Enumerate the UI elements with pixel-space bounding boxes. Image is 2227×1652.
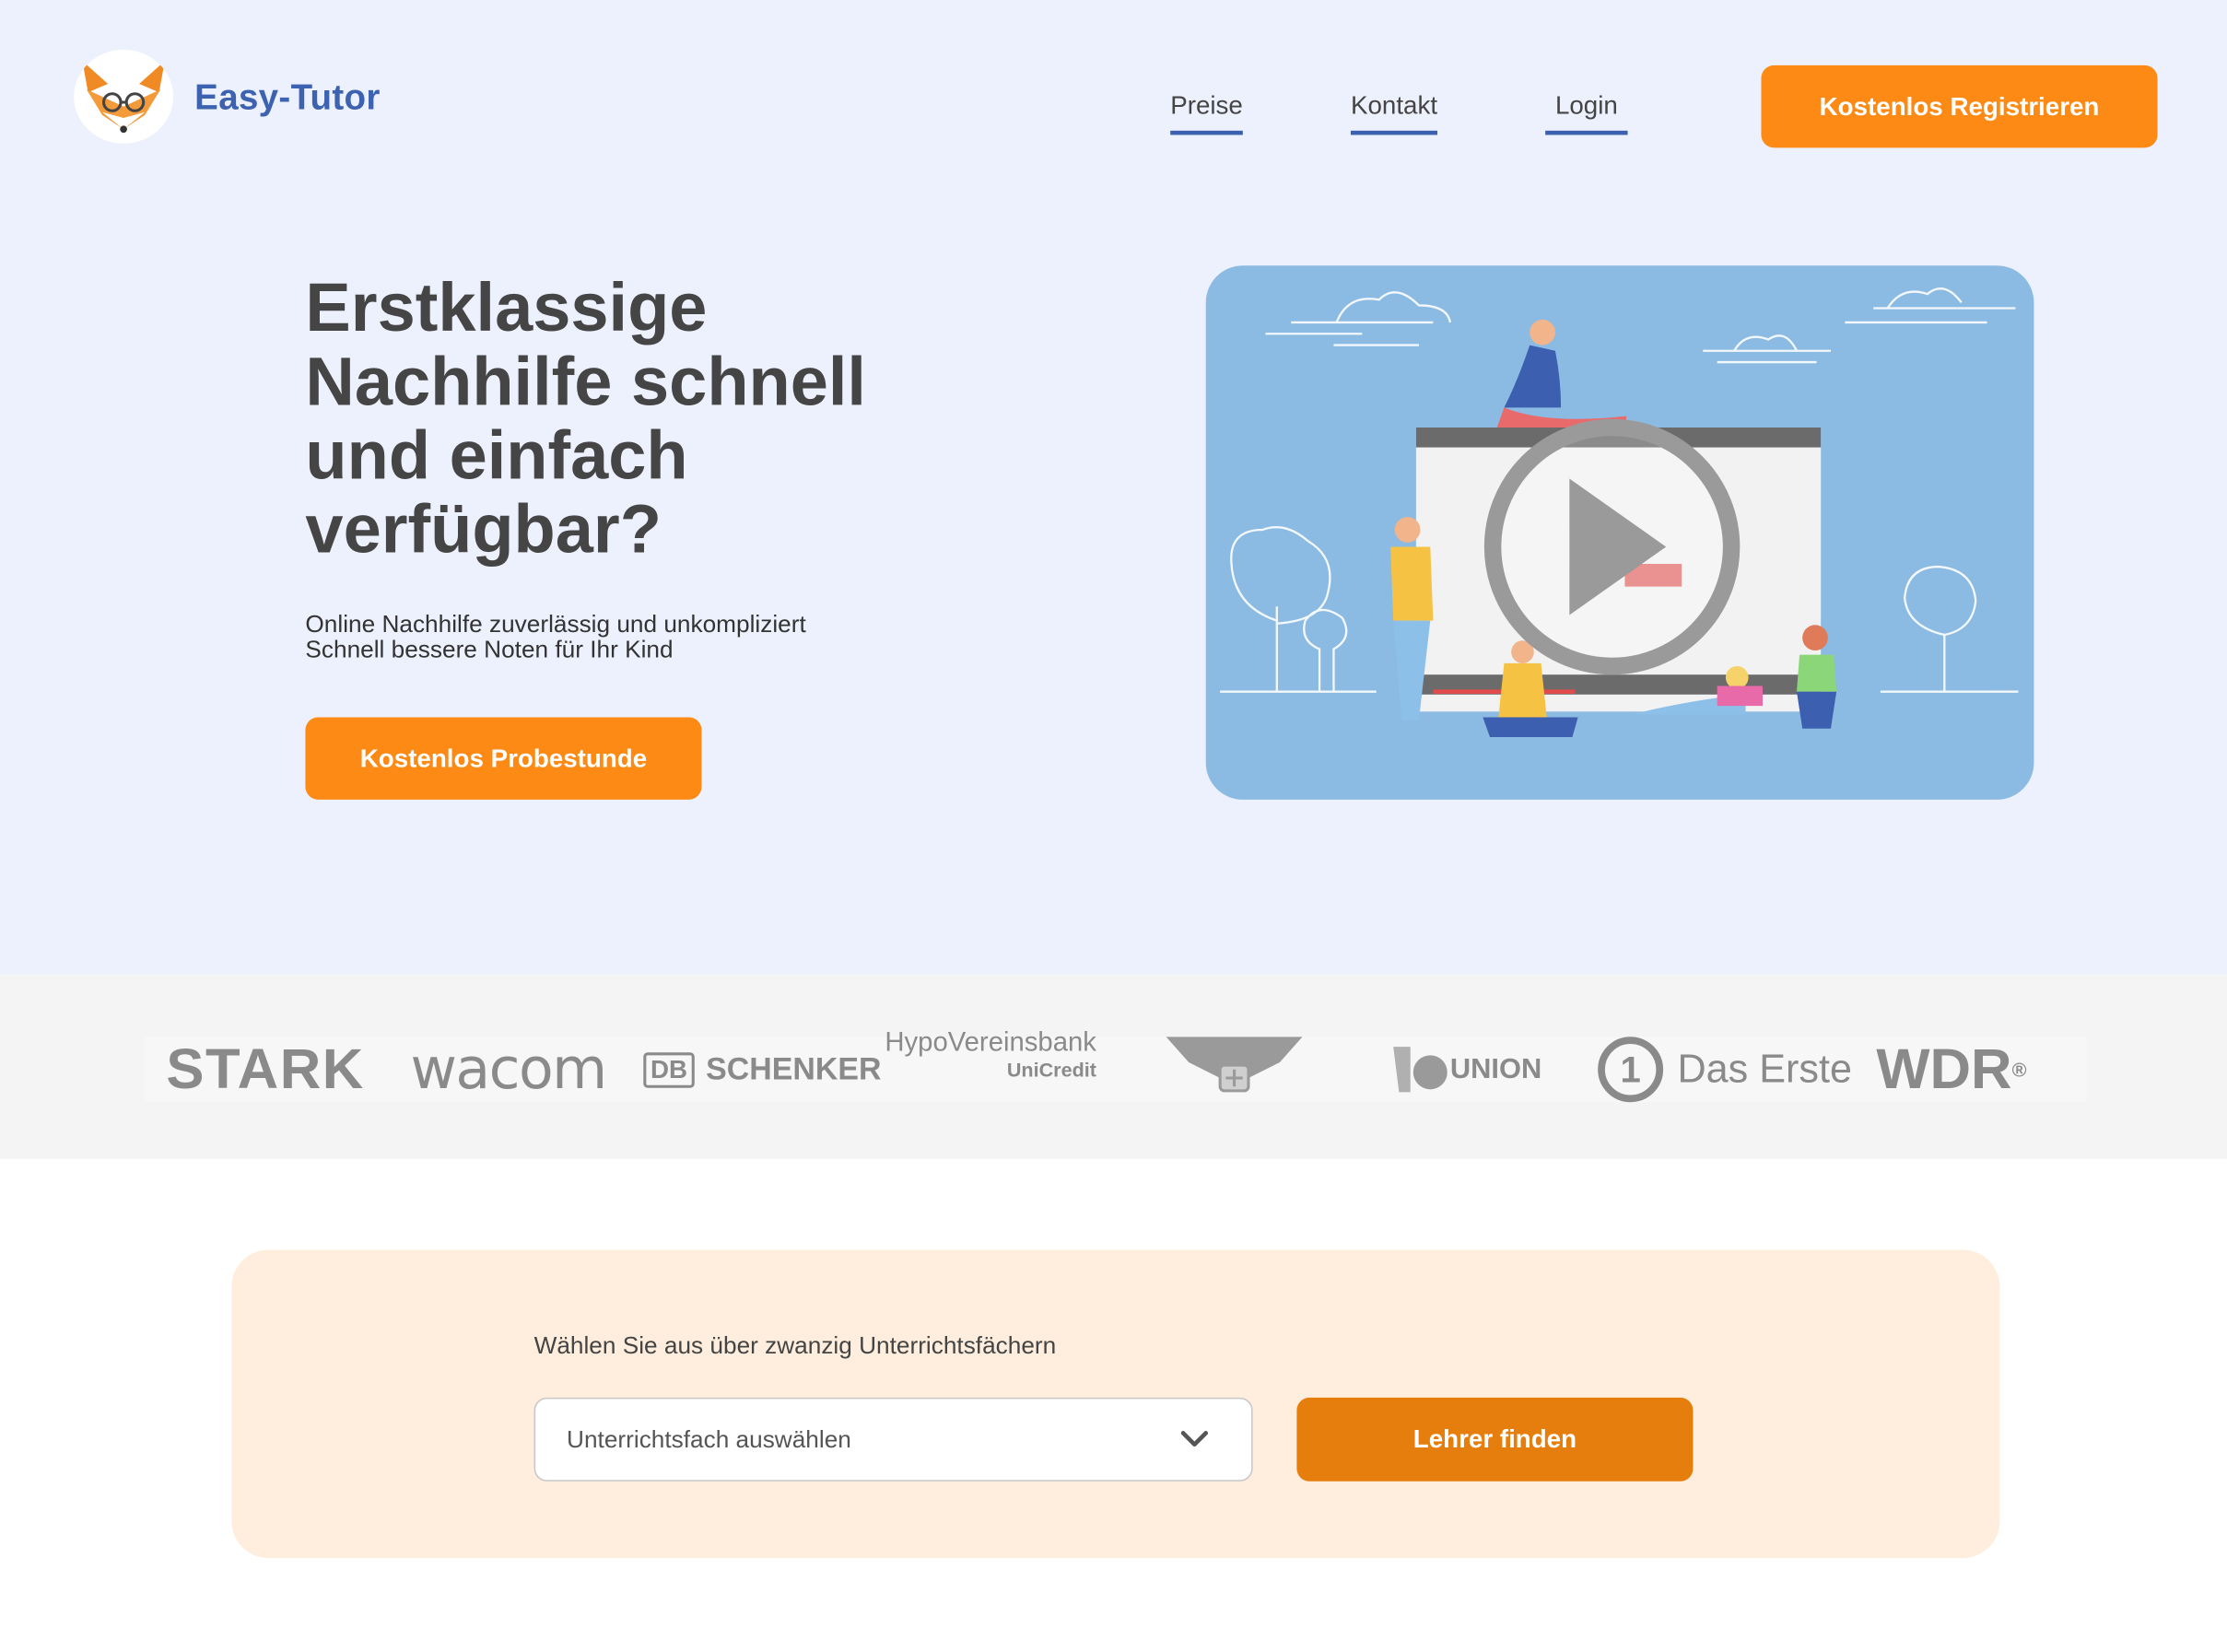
union-text: UNION [1449, 1053, 1542, 1084]
logo-crest [1166, 1037, 1303, 1102]
wdr-mark: ® [2011, 1058, 2027, 1082]
logo-hypovereinsbank: HypoVereinsbank UniCredit [885, 1028, 1096, 1096]
subject-select[interactable]: Unterrichtsfach auswählen [533, 1397, 1253, 1482]
subject-select-value: Unterrichtsfach auswählen [567, 1424, 851, 1453]
subtitle-line: Schnell bessere Noten für Ihr Kind [305, 636, 674, 663]
erste-text: Das Erste [1677, 1047, 1853, 1091]
hero-headline: Erstklassige Nachhilfe schnell und einfa… [305, 271, 973, 568]
logo-union: UNION [1390, 1037, 1569, 1102]
hero-section: Easy-Tutor Preise Kontakt Login Kostenlo… [0, 0, 2227, 975]
subject-search-label: Wählen Sie aus über zwanzig Unterrichtsf… [533, 1331, 1057, 1360]
nav-link-kontakt[interactable]: Kontakt [1350, 91, 1438, 135]
find-teacher-button[interactable]: Lehrer finden [1296, 1397, 1694, 1482]
page: Easy-Tutor Preise Kontakt Login Kostenlo… [0, 0, 2227, 1652]
db-schenker-text: SCHENKER [706, 1050, 882, 1087]
fox-logo-icon[interactable] [74, 49, 174, 144]
brand-name[interactable]: Easy-Tutor [194, 78, 381, 120]
nav-link-login[interactable]: Login [1545, 91, 1628, 135]
headline-line: verfügbar? [305, 492, 662, 568]
video-player[interactable] [1205, 265, 2034, 800]
subtitle-line: Online Nachhilfe zuverlässig und unkompl… [305, 610, 806, 639]
hero-subtitle: Online Nachhilfe zuverlässig und unkompl… [305, 612, 805, 662]
headline-line: und einfach [305, 418, 688, 495]
video-illustration [1220, 287, 2019, 738]
db-box: DB [643, 1051, 695, 1088]
nav-link-preise[interactable]: Preise [1170, 91, 1243, 135]
hypo-sub-text: UniCredit [1006, 1058, 1096, 1082]
register-button[interactable]: Kostenlos Registrieren [1761, 64, 2158, 148]
subject-search-panel: Wählen Sie aus über zwanzig Unterrichtsf… [231, 1249, 2000, 1559]
trial-lesson-button[interactable]: Kostenlos Probestunde [305, 717, 702, 800]
wdr-text: WDR [1876, 1037, 2012, 1100]
hypo-main-text: HypoVereinsbank [885, 1028, 1096, 1059]
logo-das-erste: 1 Das Erste [1598, 1037, 1853, 1103]
headline-line: Erstklassige [305, 271, 708, 347]
chevron-down-icon [1180, 1431, 1209, 1447]
logo-wdr: WDR ® [1876, 1037, 2026, 1102]
erste-one: 1 [1598, 1037, 1664, 1103]
logo-db-schenker: DB SCHENKER [643, 1037, 881, 1102]
partner-logos: STARK wacom DB SCHENKER HypoVereinsbank … [143, 1030, 2087, 1103]
headline-line: Nachhilfe schnell [305, 345, 866, 421]
partner-logos-strip: STARK wacom DB SCHENKER HypoVereinsbank … [0, 974, 2227, 1159]
logo-wacom: wacom [410, 1037, 607, 1103]
play-icon[interactable] [1483, 418, 1741, 675]
logo-stark: STARK [166, 1037, 365, 1100]
